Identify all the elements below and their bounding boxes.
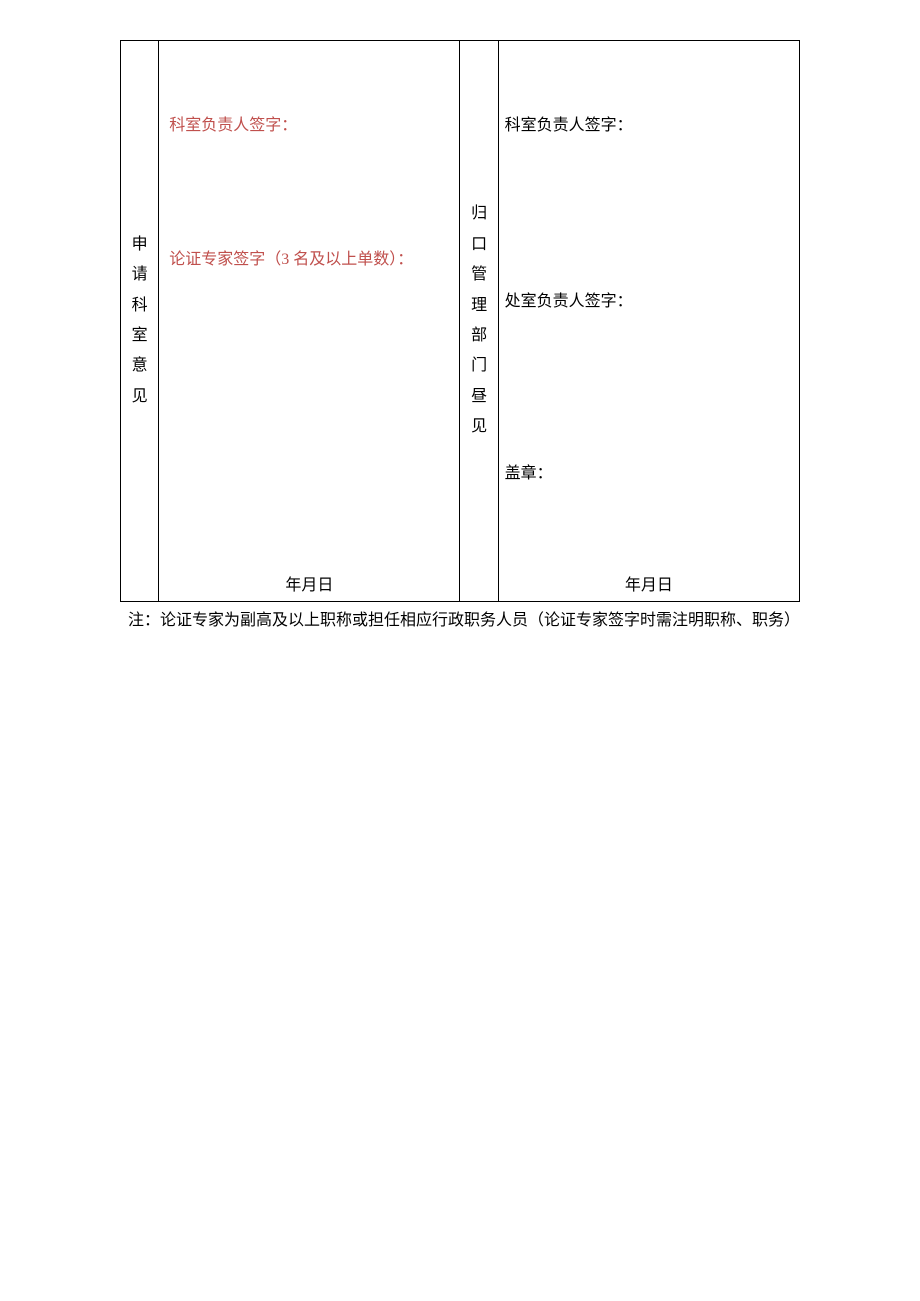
- right-content-cell: 科室负责人签字： 处室负责人签字： 盖章： 年月日: [498, 41, 799, 602]
- vchar: 归: [464, 199, 493, 229]
- vchar: 管: [464, 260, 493, 290]
- vchar: 昼: [464, 382, 493, 412]
- right-office-sign-label: 处室负责人签字：: [505, 287, 633, 311]
- table-row: 申 请 科 室 意 见 科室负责人签字： 论证专家签字（3 名及以上单数）： 年…: [121, 41, 800, 602]
- vchar: 申: [125, 230, 154, 260]
- right-header-cell: 归 口 管 理 部 门 昼 见: [460, 41, 498, 602]
- vchar: 室: [125, 321, 154, 351]
- signature-table: 申 请 科 室 意 见 科室负责人签字： 论证专家签字（3 名及以上单数）： 年…: [120, 40, 800, 602]
- vchar: 门: [464, 351, 493, 381]
- document-page: 申 请 科 室 意 见 科室负责人签字： 论证专家签字（3 名及以上单数）： 年…: [120, 40, 800, 634]
- right-dept-sign-label: 科室负责人签字：: [505, 111, 633, 135]
- vchar: 意: [125, 351, 154, 381]
- right-seal-label: 盖章：: [505, 459, 553, 483]
- right-cell-inner: 科室负责人签字： 处室负责人签字： 盖章： 年月日: [499, 41, 799, 601]
- vchar: 科: [125, 291, 154, 321]
- vchar: 口: [464, 230, 493, 260]
- left-dept-sign-label: 科室负责人签字：: [169, 111, 297, 135]
- left-date-label: 年月日: [159, 571, 459, 595]
- vchar: 见: [464, 412, 493, 442]
- left-header-vertical-text: 申 请 科 室 意 见: [125, 230, 154, 412]
- right-header-vertical-text: 归 口 管 理 部 门 昼 见: [464, 199, 493, 442]
- footnote-text: 注：论证专家为副高及以上职称或担任相应行政职务人员（论证专家签字时需注明职称、职…: [120, 608, 800, 634]
- right-date-label: 年月日: [499, 571, 799, 595]
- vchar: 见: [125, 382, 154, 412]
- left-content-cell: 科室负责人签字： 论证专家签字（3 名及以上单数）： 年月日: [159, 41, 460, 602]
- vchar: 理: [464, 291, 493, 321]
- left-expert-sign-label: 论证专家签字（3 名及以上单数）：: [169, 245, 413, 269]
- vchar: 部: [464, 321, 493, 351]
- left-header-cell: 申 请 科 室 意 见: [121, 41, 159, 602]
- left-cell-inner: 科室负责人签字： 论证专家签字（3 名及以上单数）： 年月日: [159, 41, 459, 601]
- vchar: 请: [125, 260, 154, 290]
